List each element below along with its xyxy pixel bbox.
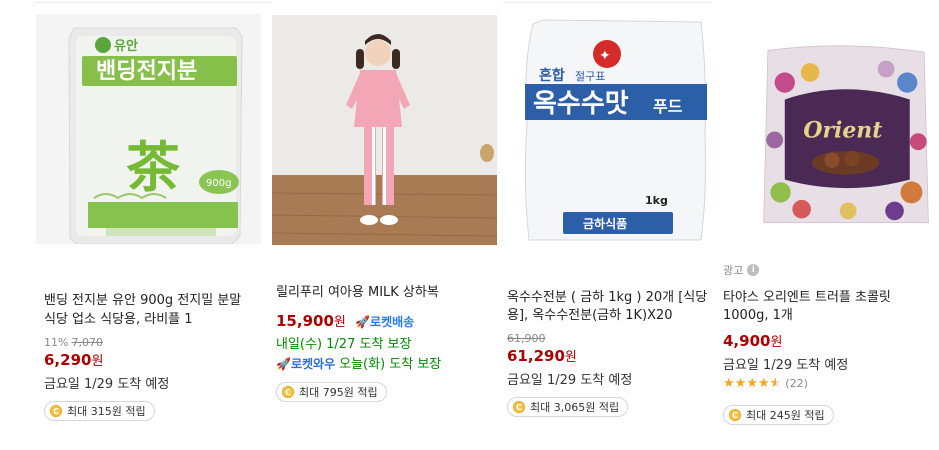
delivery-info: 내일(수) 1/27 도착 보장 (276, 337, 412, 352)
svg-text:금하식품: 금하식품 (583, 216, 627, 231)
ad-label-text: 광고 (723, 264, 744, 277)
product-title-line1[interactable]: 릴리푸리 여아용 MILK 상하복 (276, 283, 439, 302)
price-currency: 원 (333, 315, 346, 330)
coin-icon: C (50, 405, 62, 417)
coin-icon: C (513, 401, 525, 413)
svg-text:옥수수맛: 옥수수맛 (533, 89, 629, 119)
svg-text:유안: 유안 (114, 38, 138, 54)
price-value: 6,290 (44, 351, 92, 369)
product-card-3[interactable]: 옥수수맛 푸드 ✦ 혼합 절구표 1kg 금하식품 옥수수전분 ( 금하 1kg… (503, 0, 728, 450)
half-star-icon: ★ (770, 377, 782, 390)
sale-price: 61,290원 (507, 346, 577, 365)
review-count: (22) (785, 377, 808, 390)
svg-text:茶: 茶 (126, 136, 181, 199)
rocket-wow-icon: 🚀 (276, 357, 291, 371)
reward-text: 최대 245원 적립 (746, 409, 825, 422)
product-image-corn-starch[interactable]: 옥수수맛 푸드 ✦ 혼합 절구표 1kg 금하식품 (503, 14, 728, 244)
reward-badge: C 최대 315원 적립 (44, 401, 155, 421)
product-card-4[interactable]: Orient 광고 i 타야스 오리엔트 트러플 초콜릿 1000g, 1개 4… (721, 0, 939, 450)
original-price: 61,900 (507, 332, 546, 345)
product-title-line1[interactable]: 옥수수전분 ( 금하 1kg ) 20개 [식당 (507, 288, 715, 307)
svg-text:1kg: 1kg (645, 194, 668, 207)
price-currency: 원 (91, 354, 104, 369)
divider (34, 2, 272, 3)
original-price: 7,070 (71, 336, 103, 349)
product-image-milk-powder[interactable]: 밴딩전지분 유안 茶 900g (36, 14, 261, 244)
reward-text: 최대 315원 적립 (67, 405, 146, 418)
price-currency: 원 (770, 335, 783, 350)
product-card-1[interactable]: 밴딩전지분 유안 茶 900g 밴딩 전지분 유안 900g 전지밀 분말 식당… (34, 0, 272, 450)
reward-text: 최대 795원 적립 (299, 386, 378, 399)
star-icon: ★ (723, 376, 735, 391)
reward-badge: C 최대 3,065원 적립 (507, 397, 629, 417)
price-value: 4,900 (723, 332, 771, 350)
star-icon: ★ (746, 376, 758, 391)
delivery-info: 금요일 1/29 도착 예정 (723, 358, 849, 373)
rocket-wow-badge: 🚀로켓와우 (276, 357, 336, 371)
delivery-info: 금요일 1/29 도착 예정 (507, 373, 633, 388)
discount-rate: 11% (44, 336, 69, 349)
reward-badge: C 최대 795원 적립 (276, 382, 387, 402)
star-icon: ★ (734, 376, 747, 391)
reward-text: 최대 3,065원 적립 (530, 401, 620, 414)
price-currency: 원 (564, 350, 577, 365)
svg-text:✦: ✦ (599, 48, 611, 64)
rating[interactable]: ★ ★ ★ ★ ★ (22) (723, 377, 808, 390)
star-icon: ★ (757, 376, 770, 391)
image-label-text: 밴딩전지분 (96, 59, 197, 84)
svg-text:900g: 900g (206, 178, 231, 189)
product-title-line1[interactable]: 타야스 오리엔트 트러플 초콜릿 (723, 288, 891, 307)
rocket-icon: 🚀 (355, 315, 371, 329)
product-title-line1[interactable]: 밴딩 전지분 유안 900g 전지밀 분말 (44, 291, 241, 310)
delivery-wow-info: 🚀로켓와우 오늘(화) 도착 보장 (276, 353, 441, 372)
divider (503, 2, 711, 3)
price-value: 15,900 (276, 312, 334, 330)
sale-price: 4,900원 (723, 331, 782, 350)
price-value: 61,290 (507, 347, 565, 365)
reward-badge: C 최대 245원 적립 (723, 405, 834, 425)
ad-label[interactable]: 광고 i (723, 262, 760, 278)
rocket-delivery-badge: 🚀로켓배송 (355, 315, 415, 329)
sale-price: 6,290원 (44, 350, 103, 369)
svg-text:절구표: 절구표 (575, 70, 605, 83)
product-title-line2[interactable]: 식당 업소 식당용, 라비플 1 (44, 310, 193, 329)
product-title-line2[interactable]: 용], 옥수수전분(금하 1K)X20 (507, 306, 673, 325)
product-image-girls-outfit[interactable] (272, 15, 497, 245)
discount-row: 61,900 (507, 332, 546, 345)
product-card-2[interactable]: 릴리푸리 여아용 MILK 상하복 15,900원 🚀로켓배송 내일(수) 1/… (272, 0, 502, 450)
discount-row: 11% 7,070 (44, 336, 103, 349)
svg-text:푸드: 푸드 (653, 97, 683, 116)
info-icon[interactable]: i (747, 264, 760, 276)
delivery-wow-text: 오늘(화) 도착 보장 (339, 357, 442, 372)
svg-text:혼합: 혼합 (539, 67, 565, 84)
product-image-chocolate[interactable]: Orient (751, 14, 939, 244)
image-brand-text: Orient (803, 117, 882, 143)
coin-icon: C (282, 386, 294, 398)
sale-price: 15,900원 🚀로켓배송 (276, 311, 414, 330)
product-title-line2[interactable]: 1000g, 1개 (723, 306, 793, 325)
coin-icon: C (729, 409, 741, 421)
delivery-info: 금요일 1/29 도착 예정 (44, 377, 170, 392)
